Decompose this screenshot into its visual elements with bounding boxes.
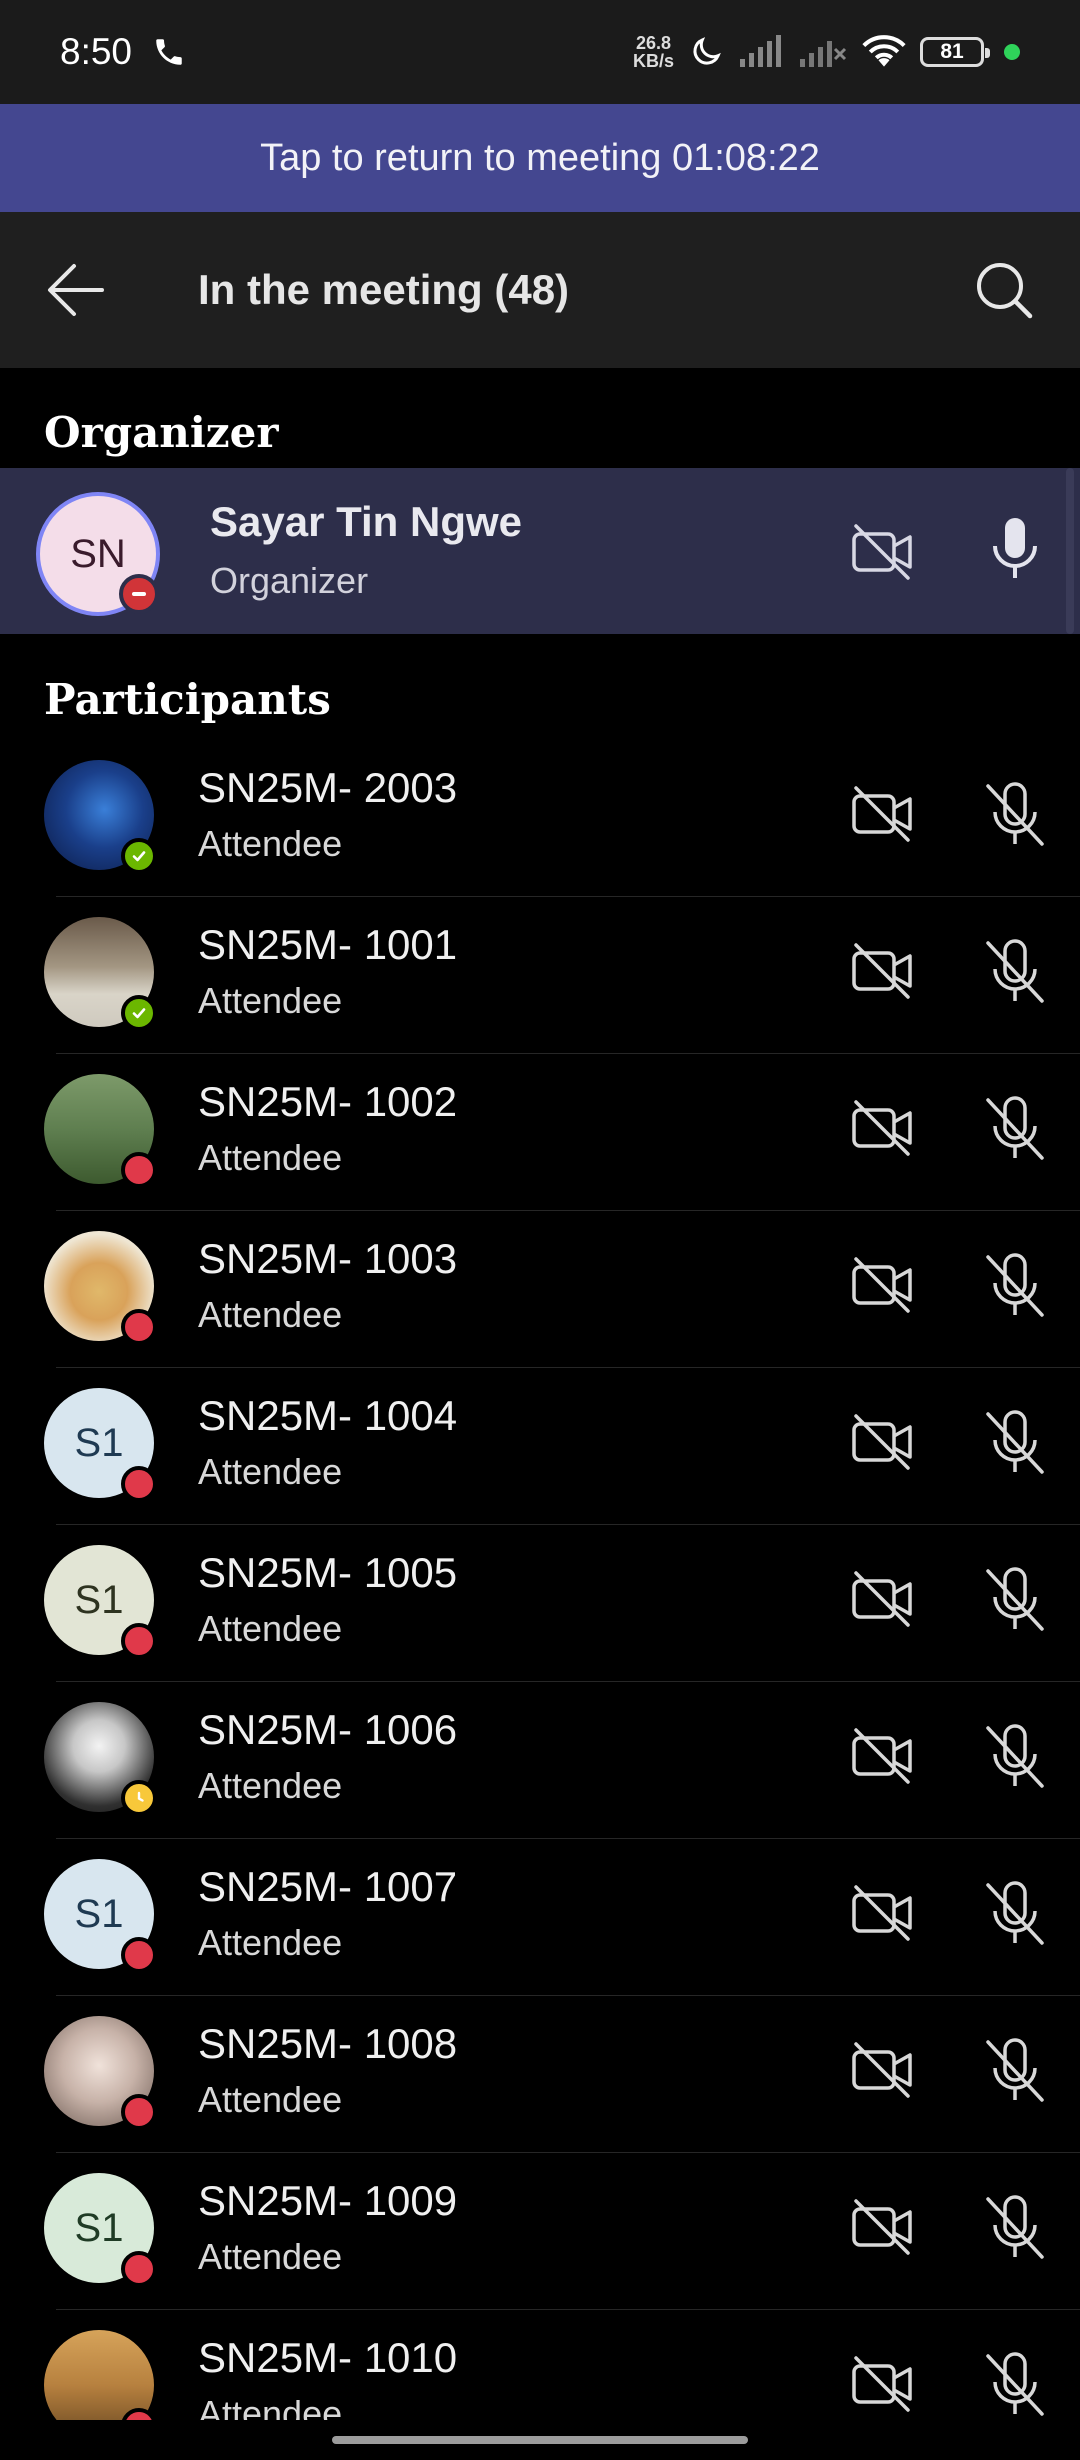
organizer-row[interactable]: SN Sayar Tin Ngwe Organizer [0,468,1080,634]
participant-role: Attendee [198,1294,343,1335]
wifi-icon [862,35,906,67]
organizer-name: Sayar Tin Ngwe [210,498,523,545]
network-speed: 26.8 KB/s [632,33,674,71]
microphone-off-icon[interactable] [980,937,1050,1007]
battery-indicator: 81 [920,37,990,67]
away-status-icon [121,1780,157,1816]
participant-row[interactable]: S1 SN25M- 1007 Attendee [0,1839,1080,1996]
page-title: In the meeting (48) [198,266,570,313]
microphone-off-icon[interactable] [980,2350,1050,2420]
phone-icon [156,39,182,65]
signal-off-icon [800,41,847,67]
video-off-icon[interactable] [850,1096,914,1160]
microphone-off-icon[interactable] [980,2036,1050,2106]
microphone-off-icon[interactable] [980,1094,1050,1164]
microphone-off-icon[interactable] [980,1879,1050,1949]
participant-row[interactable]: SN25M- 2003 Attendee [0,740,1080,897]
participant-role: Attendee [198,1451,343,1492]
scrollbar-thumb[interactable] [1066,468,1074,634]
status-time: 8:50 [60,31,133,72]
participant-name: SN25M- 1001 [198,921,458,968]
busy-status-icon [121,2251,157,2287]
microphone-off-icon[interactable] [980,1565,1050,1635]
participant-role: Attendee [198,2236,343,2277]
signal-icon [740,35,781,67]
participant-row[interactable]: SN25M- 1003 Attendee [0,1211,1080,1368]
video-off-icon[interactable] [850,2195,914,2259]
microphone-off-icon[interactable] [980,1408,1050,1478]
app-header: In the meeting (48) [0,212,1080,368]
participant-row[interactable]: SN25M- 1008 Attendee [0,1996,1080,2153]
participant-row[interactable]: S1 SN25M- 1009 Attendee [0,2153,1080,2310]
available-status-icon [121,995,157,1031]
participant-role: Attendee [198,2079,343,2120]
organizer-role: Organizer [210,560,369,601]
video-off-icon[interactable] [850,1253,914,1317]
video-off-icon[interactable] [850,1724,914,1788]
participant-role: Attendee [198,980,343,1021]
status-right: 26.8 KB/s 81 [633,34,1020,70]
video-off-icon[interactable] [850,1567,914,1631]
participant-name: SN25M- 1010 [198,2334,458,2381]
busy-status-icon [121,1152,157,1188]
video-off-icon[interactable] [850,1410,914,1474]
participant-role: Attendee [198,823,343,864]
organizer-section-title: Organizer [44,408,279,457]
busy-status-icon [119,574,159,614]
participant-name: SN25M- 1004 [198,1392,458,1439]
status-bar: 8:50 26.8 KB/s 81 [0,0,1080,104]
participant-name: SN25M- 1009 [198,2177,458,2224]
privacy-dot [1004,44,1020,60]
microphone-off-icon[interactable] [980,780,1050,850]
busy-status-icon [121,2094,157,2130]
search-icon[interactable] [974,260,1034,320]
microphone-icon[interactable] [980,514,1050,584]
participant-role: Attendee [198,1137,343,1178]
participant-name: SN25M- 1007 [198,1863,458,1910]
video-off-icon[interactable] [850,782,914,846]
return-to-meeting-banner[interactable]: Tap to return to meeting 01:08:22 [0,104,1080,212]
busy-status-icon [121,1937,157,1973]
participant-role: Attendee [198,1765,343,1806]
participant-row[interactable]: SN25M- 1001 Attendee [0,897,1080,1054]
participants-list: SN25M- 2003 Attendee SN25M- 1001 Attendee SN… [0,740,1080,2460]
video-off-icon[interactable] [850,1881,914,1945]
busy-status-icon [121,1623,157,1659]
participant-row[interactable]: S1 SN25M- 1004 Attendee [0,1368,1080,1525]
participant-name: SN25M- 1003 [198,1235,458,1282]
home-indicator[interactable] [332,2436,748,2444]
available-status-icon [121,838,157,874]
video-off-icon[interactable] [850,939,914,1003]
microphone-off-icon[interactable] [980,1251,1050,1321]
back-arrow-icon[interactable] [46,262,106,318]
microphone-off-icon[interactable] [980,1722,1050,1792]
participant-name: SN25M- 1006 [198,1706,458,1753]
busy-status-icon [121,1466,157,1502]
participant-role: Attendee [198,1608,343,1649]
video-off-icon[interactable] [850,520,914,584]
participant-name: SN25M- 1002 [198,1078,458,1125]
participant-role: Attendee [198,1922,343,1963]
moon-icon [693,37,721,65]
participant-row[interactable]: SN25M- 1002 Attendee [0,1054,1080,1211]
video-off-icon[interactable] [850,2038,914,2102]
participant-name: SN25M- 2003 [198,764,458,811]
return-to-meeting-label: Tap to return to meeting 01:08:22 [260,136,820,179]
app-root: 8:50 26.8 KB/s 81 Tap to return to meeti… [0,0,1080,2460]
participants-section-title: Participants [44,675,331,724]
microphone-off-icon[interactable] [980,2193,1050,2263]
participant-name: SN25M- 1005 [198,1549,458,1596]
participant-name: SN25M- 1008 [198,2020,458,2067]
participant-row[interactable]: S1 SN25M- 1005 Attendee [0,1525,1080,1682]
busy-status-icon [121,1309,157,1345]
participant-row[interactable]: SN25M- 1006 Attendee [0,1682,1080,1839]
video-off-icon[interactable] [850,2352,914,2416]
